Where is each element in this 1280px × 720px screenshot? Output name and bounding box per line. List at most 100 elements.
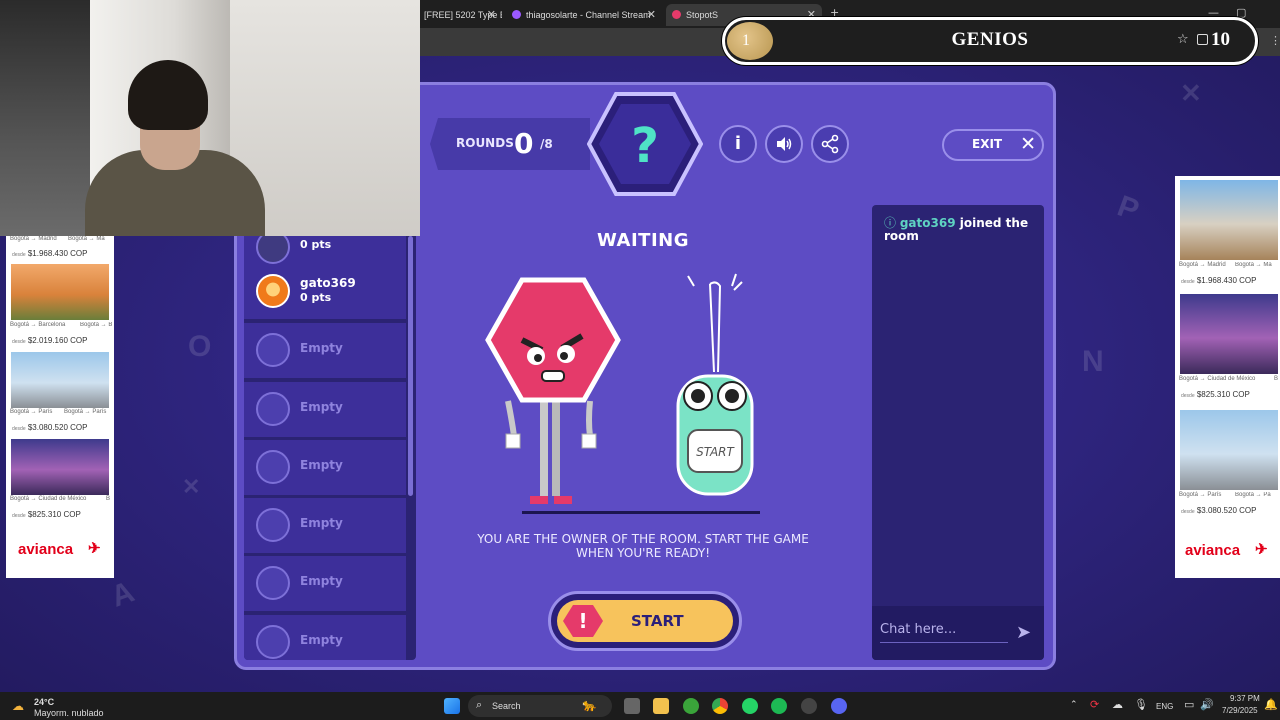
notification-bell-icon[interactable]: 🔔 — [1264, 698, 1278, 711]
player-row: gato369 0 pts — [244, 264, 406, 319]
bg-x-shape: ✕ — [1180, 78, 1202, 108]
player-points: 0 pts — [300, 238, 332, 251]
language-indicator[interactable]: ENG — [1156, 702, 1173, 711]
empty-avatar-icon — [256, 333, 290, 367]
start-button[interactable]: ! START — [548, 591, 742, 651]
empty-avatar-icon — [256, 450, 290, 484]
info-circle-icon: ⓘ — [884, 216, 897, 230]
ad-route: Bogotá → Ciudad de México — [1179, 376, 1256, 382]
stop-sign-character — [485, 277, 621, 504]
alert-icon: ! — [563, 605, 603, 637]
clock-date[interactable]: 7/29/2025 — [1222, 706, 1258, 715]
floor-line — [522, 511, 760, 514]
chat-message: ⓘ gato369 joined the room — [884, 217, 1034, 243]
twitch-icon — [512, 10, 521, 19]
player-name: gato369 — [300, 276, 356, 290]
ad-banner-right[interactable]: Bogotá → Madrid Bogotá → Ma desde $1.968… — [1175, 176, 1280, 578]
info-button[interactable]: i — [719, 125, 757, 163]
empty-label: Empty — [300, 516, 343, 530]
ad-price: desde $1.968.430 COP — [12, 249, 88, 258]
player-row-empty: Empty — [244, 440, 406, 495]
chevron-up-icon[interactable]: ⌃ — [1070, 699, 1078, 710]
ad-image-mexico — [1180, 294, 1278, 374]
mic-icon[interactable]: 🎙 — [1134, 698, 1148, 711]
player-list: 0 pts gato369 0 pts Empty Empty Empty Em… — [244, 226, 416, 660]
chat-input[interactable]: Chat here... — [880, 622, 956, 637]
ad-route: B — [106, 496, 111, 502]
overlay-count: 10 — [1211, 29, 1230, 50]
empty-avatar-icon — [256, 625, 290, 659]
empty-label: Empty — [300, 574, 343, 588]
cloud-icon[interactable]: ☁ — [1112, 698, 1123, 711]
player-row-empty: Empty — [244, 323, 406, 378]
browser-tab[interactable]: thiagosolarte - Channel Stream ✕ — [506, 4, 662, 26]
ad-price: desde $2.019.160 COP — [12, 336, 88, 345]
ad-image-paris — [11, 352, 109, 408]
discord-icon[interactable] — [831, 698, 847, 714]
bg-letter: A — [106, 575, 139, 614]
task-view-icon[interactable] — [624, 698, 640, 714]
file-explorer-icon[interactable] — [653, 698, 669, 714]
player-row-empty: Empty — [244, 498, 406, 553]
spotify-icon[interactable] — [771, 698, 787, 714]
exit-label: EXIT — [972, 137, 1003, 151]
weather-desc[interactable]: Mayorm. nublado — [34, 708, 104, 718]
overlay-title: GENIOS — [951, 29, 1029, 50]
ad-price: desde $3.080.520 COP — [1181, 506, 1257, 515]
close-icon[interactable]: ✕ — [647, 4, 656, 26]
sync-icon[interactable]: ⟳ — [1090, 698, 1099, 711]
player-list-scrollbar[interactable] — [408, 236, 413, 496]
xbox-icon[interactable] — [683, 698, 699, 714]
status-title: WAITING — [597, 230, 689, 251]
bg-letter: O — [188, 330, 212, 363]
ad-banner-left[interactable]: Bogotá → Madrid Bogotá → Ma desde $1.968… — [6, 236, 114, 578]
ad-image-madrid — [1180, 180, 1278, 260]
weather-icon[interactable]: ☁ — [12, 699, 24, 713]
weather-temp[interactable]: 24°C — [34, 697, 54, 707]
send-icon[interactable]: ➤ — [1016, 622, 1031, 643]
bg-letter: N — [1082, 345, 1104, 378]
timer-label: START — [696, 445, 735, 459]
webcam-background — [0, 0, 95, 236]
ad-route: Bogotá → Pa — [1235, 492, 1271, 498]
ad-route: B — [1274, 376, 1279, 382]
ad-price: desde $825.310 COP — [1181, 390, 1250, 399]
sound-button[interactable] — [765, 125, 803, 163]
chat-input-area: Chat here... ➤ — [872, 606, 1044, 660]
empty-avatar-icon — [256, 508, 290, 542]
ad-route: Bogotá → Madrid — [10, 236, 57, 242]
rounds-label: ROUNDS — [456, 136, 514, 150]
search-icon: ⌕ — [476, 699, 483, 711]
exit-button[interactable]: EXIT ✕ — [942, 129, 1044, 161]
hex-question-mark: ? — [631, 118, 659, 174]
star-icon[interactable]: ☆ — [1177, 32, 1189, 47]
player-row-empty: Empty — [244, 615, 406, 660]
volume-icon[interactable]: 🔊 — [1200, 698, 1214, 711]
tab-title: StopotS — [686, 10, 719, 20]
clock-time[interactable]: 9:37 PM — [1230, 694, 1260, 703]
start-button-face: ! START — [557, 600, 733, 642]
ad-price: desde $1.968.430 COP — [1181, 276, 1257, 285]
puzzle-icon[interactable] — [1197, 34, 1208, 45]
windows-start-icon[interactable] — [444, 698, 460, 714]
ad-route: Bogotá → Barcelona — [10, 322, 66, 328]
category-hexagon: ? — [587, 92, 703, 196]
menu-icon[interactable]: ⋮ — [1270, 34, 1280, 47]
close-icon[interactable]: ✕ — [487, 4, 496, 26]
tab-title: thiagosolarte - Channel Stream — [526, 10, 651, 20]
chrome-icon[interactable] — [712, 698, 728, 714]
ad-image-mexico — [11, 439, 109, 495]
ad-image-paris — [1180, 410, 1278, 490]
obs-icon[interactable] — [801, 698, 817, 714]
ad-route: Bogotá → Ciudad de México — [10, 496, 87, 502]
network-icon[interactable]: ▭ — [1184, 698, 1194, 711]
owner-message: YOU ARE THE OWNER OF THE ROOM. START THE… — [477, 532, 809, 560]
ad-price: desde $825.310 COP — [12, 510, 81, 519]
browser-tab[interactable]: [FREE] 5202 Type Beat ✕ — [418, 4, 502, 26]
whatsapp-icon[interactable] — [742, 698, 758, 714]
avianca-bird-icon: ✈ — [1255, 541, 1268, 558]
timer-character: START — [676, 273, 754, 496]
ad-route: Bogotá → Ma — [68, 236, 105, 242]
share-button[interactable] — [811, 125, 849, 163]
taskbar-search[interactable]: ⌕ Search 🐆 — [468, 695, 612, 717]
